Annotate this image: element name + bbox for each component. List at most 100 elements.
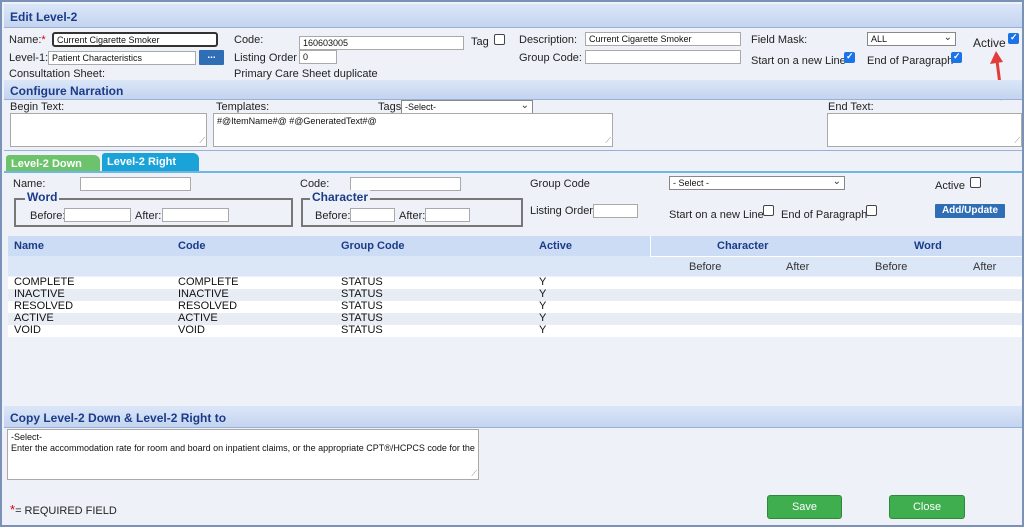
right-group-code-label: Group Code bbox=[530, 178, 590, 190]
grid-subheader-band bbox=[8, 256, 1022, 276]
cell-name: COMPLETE bbox=[14, 276, 75, 288]
character-before-input[interactable] bbox=[350, 208, 395, 222]
resize-grip-icon: ⟋ bbox=[1014, 136, 1020, 145]
word-legend: Word bbox=[25, 190, 60, 204]
col-code[interactable]: Code bbox=[178, 240, 206, 252]
col-active[interactable]: Active bbox=[539, 240, 572, 252]
start-new-line-checkbox[interactable] bbox=[844, 51, 855, 63]
divider bbox=[4, 150, 1022, 151]
cell-group: STATUS bbox=[341, 276, 383, 288]
resize-grip-icon: ⟋ bbox=[199, 136, 205, 145]
narration-section-title: Configure Narration bbox=[4, 80, 1022, 100]
col-name[interactable]: Name bbox=[14, 240, 44, 252]
grid-body: COMPLETE COMPLETE STATUS Y INACTIVE INAC… bbox=[8, 276, 1022, 337]
end-paragraph-checkbox[interactable] bbox=[951, 51, 962, 63]
cell-active: Y bbox=[539, 312, 547, 324]
begin-text-area[interactable]: ⟋ bbox=[10, 113, 207, 147]
cell-group: STATUS bbox=[341, 300, 383, 312]
tab-underline bbox=[4, 171, 1022, 173]
right-code-input[interactable] bbox=[350, 177, 461, 191]
cell-group: STATUS bbox=[341, 288, 383, 300]
cell-code: RESOLVED bbox=[178, 300, 238, 312]
code-label: Code: bbox=[234, 34, 264, 46]
active-checkbox[interactable] bbox=[1008, 32, 1019, 44]
tab-level2-right[interactable]: Level-2 Right bbox=[102, 153, 199, 172]
templates-value: #@ItemName#@ #@GeneratedText#@ bbox=[217, 116, 377, 126]
templates-label: Templates: bbox=[216, 101, 270, 113]
tag-label: Tag bbox=[471, 36, 489, 48]
cell-name: RESOLVED bbox=[14, 300, 74, 312]
right-name-input[interactable] bbox=[80, 177, 191, 191]
field-mask-select[interactable]: ALL ⌄ bbox=[867, 32, 956, 46]
word-before-input[interactable] bbox=[64, 208, 131, 222]
copy-target-listbox[interactable]: -Select- Enter the accommodation rate fo… bbox=[7, 429, 479, 480]
begin-text-label: Begin Text: bbox=[10, 101, 65, 113]
word-after-input[interactable] bbox=[162, 208, 229, 222]
code-input[interactable]: 160603005 bbox=[299, 36, 464, 50]
field-mask-label: Field Mask: bbox=[751, 34, 808, 46]
cell-code: VOID bbox=[178, 324, 205, 336]
start-new-line-label: Start on a new Line bbox=[751, 55, 846, 67]
right-group-code-select[interactable]: - Select - ⌄ bbox=[669, 176, 845, 190]
consultation-value: Primary Care Sheet duplicate bbox=[234, 68, 378, 80]
templates-area[interactable]: #@ItemName#@ #@GeneratedText#@ ⟋ bbox=[213, 113, 613, 147]
right-end-paragraph-checkbox[interactable] bbox=[866, 205, 877, 216]
right-group-code-value: - Select - bbox=[673, 178, 710, 188]
cell-code: COMPLETE bbox=[178, 276, 239, 288]
panel-title: Edit Level-2 bbox=[4, 4, 1022, 28]
name-label: Name:* bbox=[9, 34, 46, 46]
name-input[interactable]: Current Cigarette Smoker bbox=[52, 32, 218, 47]
group-code-input[interactable] bbox=[585, 50, 741, 64]
cell-active: Y bbox=[539, 300, 547, 312]
right-listing-order-label: Listing Order: bbox=[530, 205, 597, 217]
level1-input[interactable]: Patient Characteristics bbox=[48, 51, 196, 65]
copy-option-select[interactable]: -Select- bbox=[11, 432, 475, 442]
resize-grip-icon: ⟋ bbox=[471, 469, 477, 478]
chevron-down-icon: ⌄ bbox=[832, 176, 841, 187]
cell-group: STATUS bbox=[341, 324, 383, 336]
tab-level2-down[interactable]: Level-2 Down bbox=[6, 155, 100, 172]
add-update-button[interactable]: Add/Update bbox=[935, 204, 1005, 218]
copy-section-title: Copy Level-2 Down & Level-2 Right to bbox=[4, 406, 1022, 428]
col-word-after: After bbox=[973, 261, 997, 273]
table-row[interactable]: RESOLVED RESOLVED STATUS Y bbox=[8, 300, 1022, 313]
right-listing-order-input[interactable] bbox=[593, 204, 638, 218]
cell-group: STATUS bbox=[341, 312, 383, 324]
end-text-label: End Text: bbox=[828, 101, 874, 113]
col-character-after: After bbox=[786, 261, 810, 273]
copy-option-item[interactable]: Enter the accommodation rate for room an… bbox=[11, 443, 475, 453]
table-row[interactable]: ACTIVE ACTIVE STATUS Y bbox=[8, 312, 1022, 325]
listing-order-input[interactable]: 0 bbox=[299, 50, 337, 64]
cell-name: VOID bbox=[14, 324, 41, 336]
level1-label: Level-1: bbox=[9, 52, 49, 64]
character-after-label: After: bbox=[399, 210, 426, 222]
consultation-label: Consultation Sheet: bbox=[9, 68, 106, 80]
group-code-label: Group Code: bbox=[519, 52, 582, 64]
right-start-new-line-checkbox[interactable] bbox=[763, 205, 774, 216]
close-button[interactable]: Close bbox=[889, 495, 965, 519]
description-label: Description: bbox=[519, 34, 578, 46]
col-group-code[interactable]: Group Code bbox=[341, 240, 405, 252]
description-input[interactable]: Current Cigarette Smoker bbox=[585, 32, 741, 46]
tags-label: Tags bbox=[378, 101, 402, 113]
field-mask-value: ALL bbox=[871, 34, 888, 44]
listing-order-label: Listing Order bbox=[234, 52, 297, 64]
level1-lookup-button[interactable]: ... bbox=[199, 50, 224, 65]
table-row[interactable]: VOID VOID STATUS Y bbox=[8, 324, 1022, 337]
cell-active: Y bbox=[539, 288, 547, 300]
end-text-area[interactable]: ⟋ bbox=[827, 113, 1022, 147]
right-active-checkbox[interactable] bbox=[970, 177, 981, 188]
chevron-down-icon: ⌄ bbox=[520, 100, 529, 111]
cell-active: Y bbox=[539, 276, 547, 288]
right-start-new-line-label: Start on a new Line bbox=[669, 209, 764, 221]
table-row[interactable]: COMPLETE COMPLETE STATUS Y bbox=[8, 276, 1022, 289]
edit-level2-panel: Edit Level-2 Name:* Current Cigarette Sm… bbox=[0, 0, 1024, 527]
character-legend: Character bbox=[310, 190, 371, 204]
character-after-input[interactable] bbox=[425, 208, 470, 222]
col-word: Word bbox=[914, 240, 942, 252]
save-button[interactable]: Save bbox=[767, 495, 842, 519]
cell-active: Y bbox=[539, 324, 547, 336]
tag-checkbox[interactable] bbox=[494, 34, 505, 45]
table-row[interactable]: INACTIVE INACTIVE STATUS Y bbox=[8, 288, 1022, 301]
tags-select[interactable]: -Select- ⌄ bbox=[401, 100, 533, 114]
